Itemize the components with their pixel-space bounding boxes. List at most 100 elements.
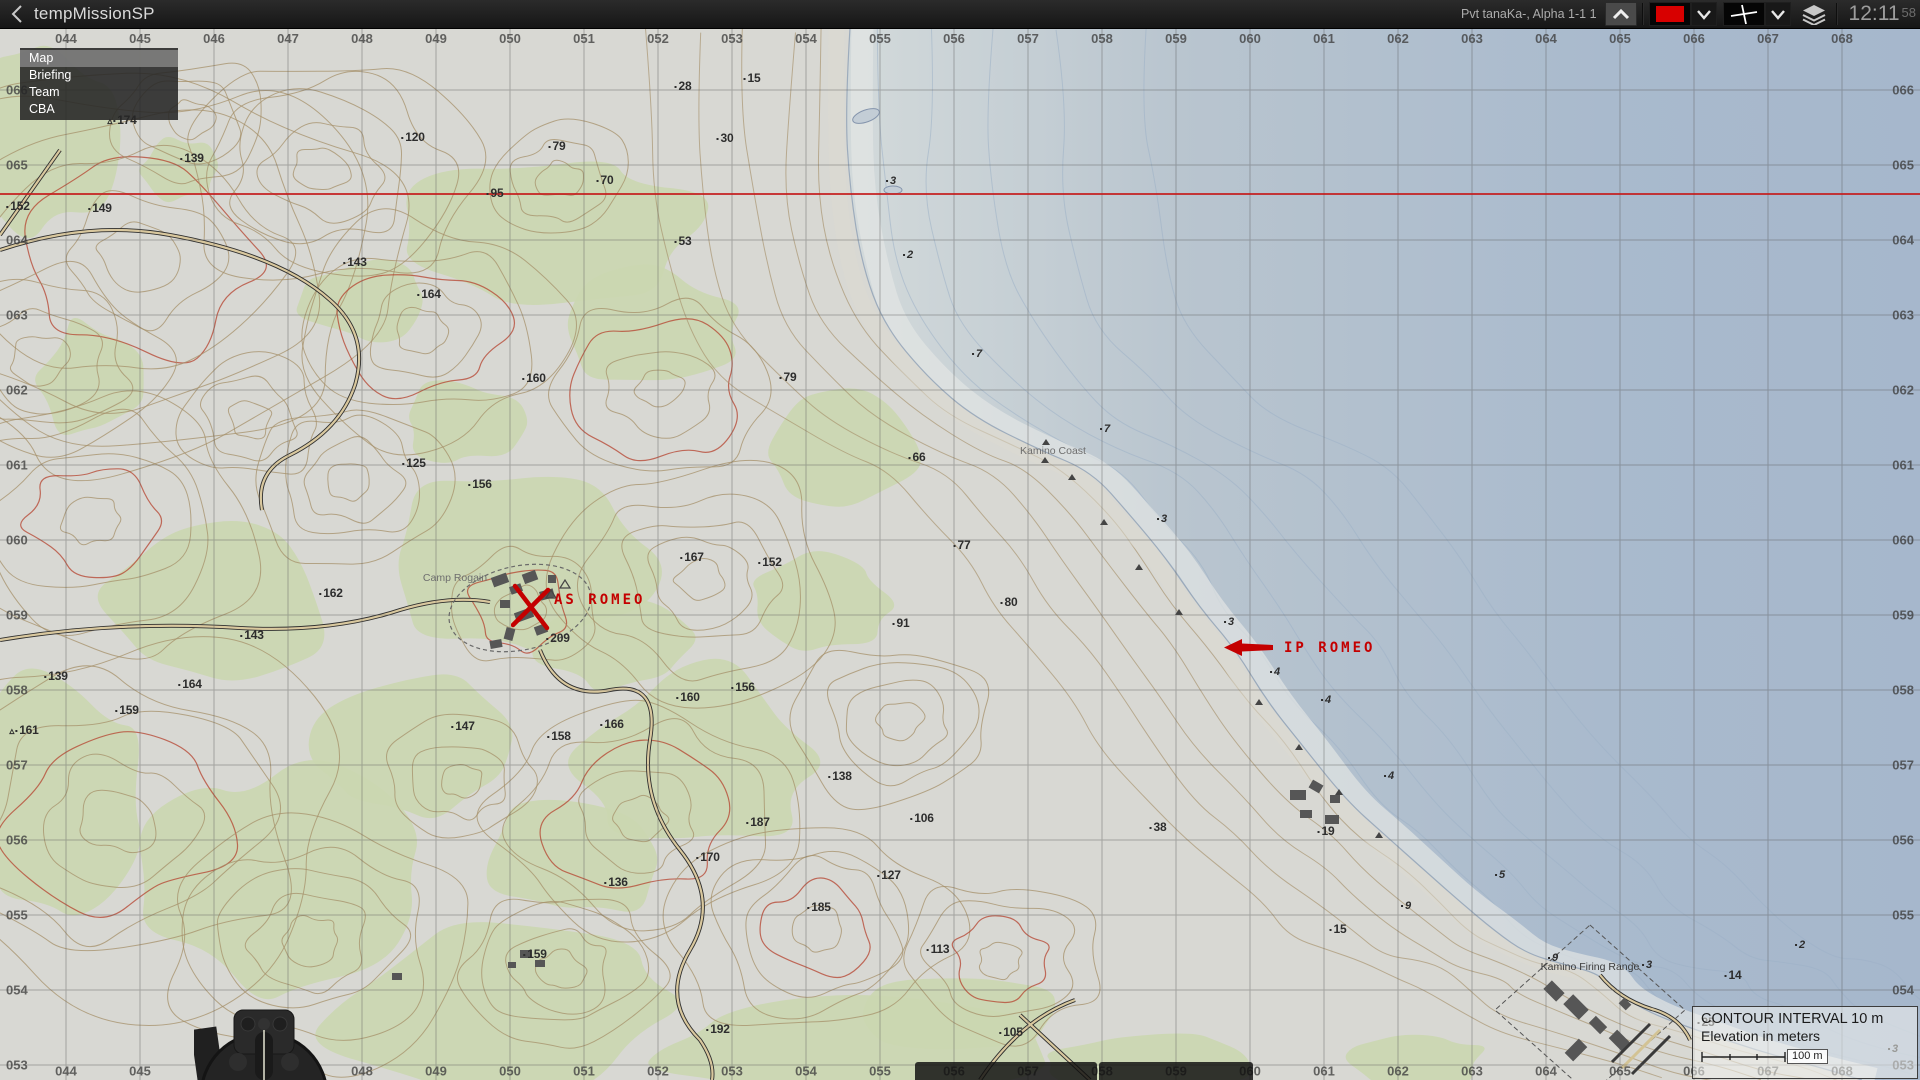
chevron-down-icon[interactable]	[1691, 2, 1717, 26]
spot-height: 156	[468, 477, 491, 491]
grid-label: 062	[1892, 383, 1914, 398]
spot-height: 2	[1795, 939, 1805, 951]
x-marker-icon	[511, 583, 551, 636]
grid-label: 060	[6, 533, 28, 548]
spot-height: 152	[758, 555, 781, 569]
spot-height: 38	[1150, 820, 1167, 834]
compass-icon[interactable]	[194, 1000, 334, 1080]
spot-height: 139	[44, 669, 67, 683]
grid-label: 063	[1461, 31, 1483, 46]
clock-seconds: 58	[1902, 5, 1916, 20]
grid-label: 052	[647, 1064, 669, 1079]
spot-height: 79	[780, 370, 797, 384]
bottom-hud-bar[interactable]	[1099, 1062, 1253, 1080]
grid-label: 049	[425, 1064, 447, 1079]
spot-height: 185	[807, 900, 830, 914]
bottom-hud-bar[interactable]	[915, 1062, 1097, 1080]
layers-icon[interactable]	[1797, 3, 1831, 25]
scale-bar: 100 m	[1701, 1049, 1909, 1064]
grid-label: 050	[499, 31, 521, 46]
spot-height: 3	[1157, 513, 1167, 525]
spot-height: 4	[1321, 694, 1331, 706]
spot-height: 162	[319, 586, 342, 600]
grid-label: 050	[499, 1064, 521, 1079]
grid-label: 061	[1313, 31, 1335, 46]
place-label: Kamino Coast	[1020, 445, 1086, 457]
spot-height: 15	[1330, 922, 1347, 936]
menu-item-team[interactable]: Team	[20, 84, 178, 101]
spot-height: 28	[675, 79, 692, 93]
grid-label: 062	[6, 383, 28, 398]
grid-label: 045	[129, 31, 151, 46]
grid-label: 061	[6, 458, 28, 473]
spot-height: 166	[600, 717, 623, 731]
spot-height: 170	[696, 850, 719, 864]
grid-label: 054	[1892, 983, 1914, 998]
spot-height: 164	[417, 287, 440, 301]
scale-bar-line	[1701, 1051, 1787, 1063]
spot-height: 158	[547, 729, 570, 743]
grid-label: 054	[6, 983, 28, 998]
spot-height: 66	[909, 450, 926, 464]
grid-label: 058	[6, 683, 28, 698]
grid-label: 054	[795, 31, 817, 46]
spot-height: 139	[180, 151, 203, 165]
chevron-up-icon[interactable]	[1605, 2, 1637, 26]
arrow-left-marker-icon	[1224, 639, 1274, 662]
marker-label: AS ROMEO	[554, 592, 645, 608]
grid-label: 055	[869, 31, 891, 46]
crosshair-icon[interactable]	[1723, 2, 1765, 26]
spot-height: 70	[597, 173, 614, 187]
spot-height: 113	[927, 942, 950, 956]
grid-label: 057	[1017, 31, 1039, 46]
grid-label: 057	[1892, 758, 1914, 773]
spot-height: 187	[746, 815, 769, 829]
menu-item-briefing[interactable]: Briefing	[20, 67, 178, 84]
grid-label: 066	[1892, 83, 1914, 98]
spot-height: 3	[1224, 616, 1234, 628]
spot-height: 160	[522, 371, 545, 385]
marker-color-swatch[interactable]	[1649, 2, 1691, 26]
elevation-units-text: Elevation in meters	[1701, 1028, 1909, 1044]
grid-label: 046	[203, 31, 225, 46]
title-bar: tempMissionSP Pvt tanaKa-, Alpha 1-1 1	[0, 0, 1920, 29]
map-legend: CONTOUR INTERVAL 10 m Elevation in meter…	[1692, 1006, 1918, 1079]
grid-label: 059	[6, 608, 28, 623]
spot-height: 156	[731, 680, 754, 694]
grid-label: 065	[1892, 158, 1914, 173]
mission-title: tempMissionSP	[34, 4, 155, 24]
grid-label: 056	[943, 31, 965, 46]
marker-label: IP ROMEO	[1284, 640, 1375, 656]
spot-height: ▵161	[9, 723, 38, 737]
spot-height: 7	[972, 348, 982, 360]
spot-height: 143	[343, 255, 366, 269]
back-icon[interactable]	[10, 3, 24, 25]
spot-height: 14	[1725, 968, 1742, 982]
grid-label: 058	[1892, 683, 1914, 698]
spot-height: 149	[88, 201, 111, 215]
grid-label: 064	[6, 233, 28, 248]
grid-label: 060	[1239, 31, 1261, 46]
spot-height: 143	[240, 628, 263, 642]
contour-interval-text: CONTOUR INTERVAL 10 m	[1701, 1011, 1909, 1027]
red-swatch-icon	[1656, 6, 1684, 22]
grid-label: 058	[1091, 31, 1113, 46]
grid-label: 057	[6, 758, 28, 773]
chevron-down-icon[interactable]	[1765, 2, 1791, 26]
map-viewport[interactable]: 0440440450450460460470470480480490490500…	[0, 0, 1920, 1080]
drawn-line-marker	[0, 193, 1920, 195]
spot-height: 152	[6, 199, 29, 213]
spot-height: 164	[178, 677, 201, 691]
menu-item-map[interactable]: Map	[20, 50, 178, 67]
grid-label: 061	[1313, 1064, 1335, 1079]
spot-height: 19	[1318, 824, 1335, 838]
spot-height: 91	[893, 616, 910, 630]
grid-label: 048	[351, 31, 373, 46]
menu-item-cba[interactable]: CBA	[20, 101, 178, 118]
spot-height: 192	[706, 1022, 729, 1036]
grid-label: 051	[573, 31, 595, 46]
grid-label: 063	[6, 308, 28, 323]
grid-label: 056	[6, 833, 28, 848]
spot-height: 5	[1495, 869, 1505, 881]
spot-height: 138	[828, 769, 851, 783]
